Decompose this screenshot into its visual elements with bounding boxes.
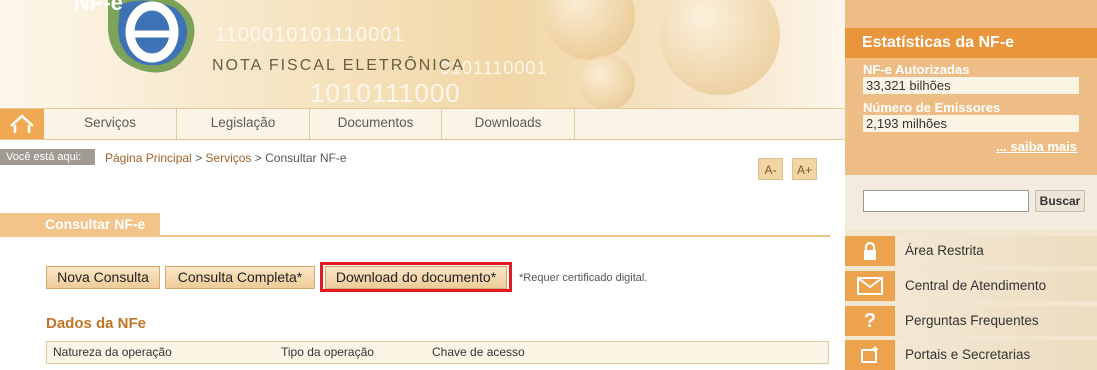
search-area: Buscar	[845, 175, 1097, 230]
breadcrumb-trail: Página Principal > Serviços > Consultar …	[105, 151, 347, 165]
certificate-note: *Requer certificado digital.	[519, 272, 648, 284]
saiba-mais-link[interactable]: ... saiba mais	[996, 139, 1077, 154]
page-title: Consultar NF-e	[0, 213, 160, 235]
title-divider	[0, 235, 830, 237]
breadcrumb-home-link[interactable]: Página Principal	[105, 151, 192, 165]
font-increase-button[interactable]: A+	[792, 158, 817, 180]
brand-title: NOTA FISCAL ELETRÔNICA	[212, 57, 465, 74]
column-header: Chave de acesso	[432, 345, 525, 359]
home-icon	[10, 114, 34, 133]
sidebar-item-label: Área Restrita	[895, 236, 1097, 266]
breadcrumb-separator: >	[195, 151, 203, 165]
nfe-logo[interactable]: NF-e	[70, 0, 220, 75]
binary-decoration: 1100010101110001	[215, 24, 405, 46]
sidebar-item-portais-secretarias[interactable]: Portais e Secretarias	[845, 340, 1097, 370]
portal-icon	[845, 340, 895, 370]
font-decrease-button[interactable]: A-	[758, 158, 783, 180]
consulta-completa-button[interactable]: Consulta Completa*	[165, 266, 315, 289]
search-input[interactable]	[863, 190, 1029, 212]
logo-wordmark: NF-e	[74, 0, 123, 15]
nav-servicos[interactable]: Serviços	[44, 109, 177, 139]
sidebar-item-perguntas-frequentes[interactable]: ? Perguntas Frequentes	[845, 306, 1097, 336]
table-header: Natureza da operação Tipo da operação Ch…	[46, 341, 829, 364]
highlight-box	[320, 262, 512, 292]
nav-documentos[interactable]: Documentos	[310, 109, 442, 139]
breadcrumb-label: Você está aqui:	[0, 149, 95, 165]
column-header: Natureza da operação	[53, 345, 172, 359]
nav-legislacao[interactable]: Legislação	[177, 109, 310, 139]
stat-label: Número de Emissores	[863, 100, 1001, 115]
sidebar-item-label: Portais e Secretarias	[895, 340, 1097, 370]
question-icon: ?	[845, 306, 895, 336]
sidebar-item-label: Central de Atendimento	[895, 271, 1097, 301]
site-header: 1100010101110001 0101110001 1010111000 N…	[0, 0, 845, 108]
search-button[interactable]: Buscar	[1035, 190, 1085, 212]
sidebar: Estatísticas da NF-e NF-e Autorizadas 33…	[845, 0, 1097, 370]
sidebar-item-label: Perguntas Frequentes	[895, 306, 1097, 336]
nova-consulta-button[interactable]: Nova Consulta	[46, 266, 160, 289]
decorative-orb	[545, 0, 635, 60]
column-header: Tipo da operação	[281, 345, 374, 359]
stat-value: 2,193 milhões	[863, 115, 1079, 132]
stat-value: 33,321 bilhões	[863, 77, 1079, 94]
home-button[interactable]	[0, 109, 44, 139]
sidebar-item-area-restrita[interactable]: Área Restrita	[845, 236, 1097, 266]
binary-decoration: 1010111000	[310, 78, 461, 108]
lock-icon	[845, 236, 895, 266]
breadcrumb-services-link[interactable]: Serviços	[205, 151, 251, 165]
envelope-icon	[845, 271, 895, 301]
breadcrumb-separator: >	[254, 151, 262, 165]
breadcrumb-current: Consultar NF-e	[265, 151, 347, 165]
decorative-orb	[580, 55, 635, 108]
dados-section-title: Dados da NFe	[46, 315, 147, 332]
stats-title: Estatísticas da NF-e	[845, 28, 1097, 58]
stat-label: NF-e Autorizadas	[863, 62, 970, 77]
decorative-orb	[660, 0, 780, 95]
stats-panel: Estatísticas da NF-e NF-e Autorizadas 33…	[845, 0, 1097, 175]
sidebar-item-central-atendimento[interactable]: Central de Atendimento	[845, 271, 1097, 301]
nav-downloads[interactable]: Downloads	[442, 109, 575, 139]
main-nav: Serviços Legislação Documentos Downloads	[0, 108, 845, 140]
